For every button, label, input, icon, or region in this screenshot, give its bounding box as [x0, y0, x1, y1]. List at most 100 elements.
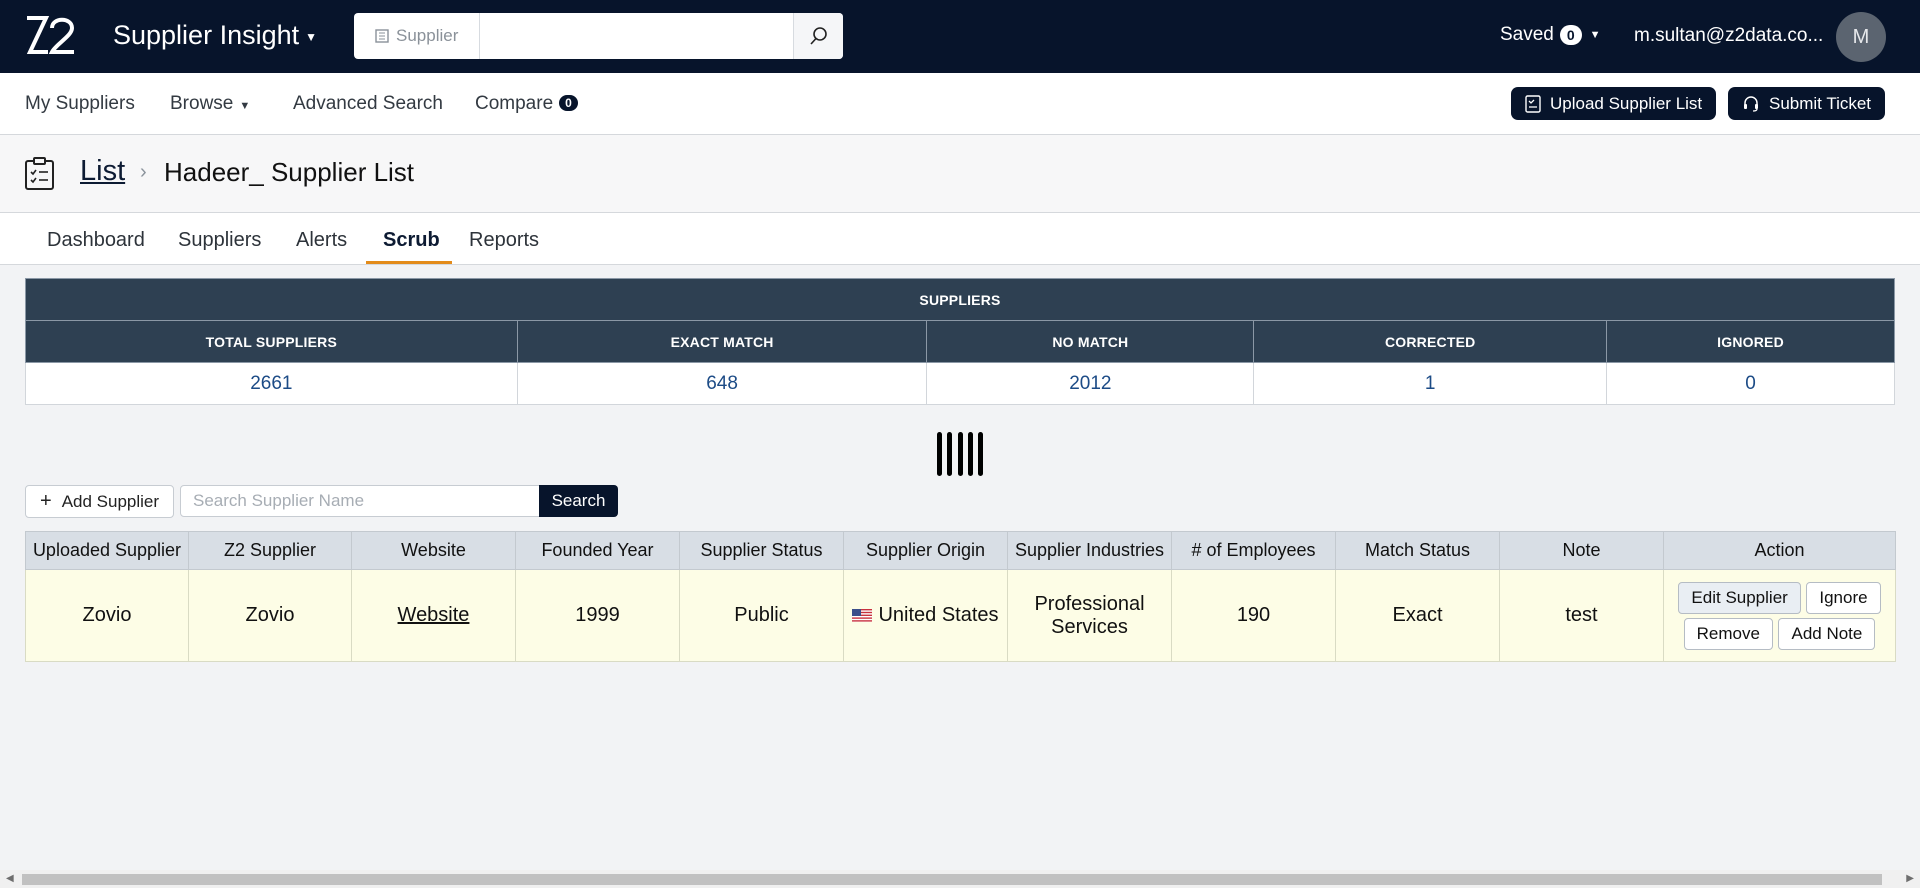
global-search-input[interactable] — [480, 13, 795, 59]
tab-dashboard[interactable]: Dashboard — [47, 229, 145, 252]
table-header-row: Uploaded Supplier Z2 Supplier Website Fo… — [25, 531, 1896, 570]
table-row: Zovio Zovio Website 1999 Public United S… — [25, 569, 1896, 662]
secondary-nav: My Suppliers Browse ▼ Advanced Search Com… — [0, 73, 1920, 135]
upload-list-icon — [1525, 94, 1541, 113]
nav-my-suppliers[interactable]: My Suppliers — [25, 93, 135, 115]
app-title: Supplier Insight — [113, 20, 300, 50]
cell-supplier-industries: Professional Services — [1007, 569, 1172, 662]
upload-supplier-list-button[interactable]: Upload Supplier List — [1511, 87, 1717, 120]
summary-header-ignored: IGNORED — [1606, 320, 1895, 363]
building-icon — [375, 29, 389, 43]
breadcrumb: List › Hadeer_ Supplier List — [0, 135, 1920, 213]
user-email[interactable]: m.sultan@z2data.co... — [1634, 25, 1823, 47]
breadcrumb-list-link[interactable]: List — [80, 155, 125, 188]
loading-spinner-icon — [937, 432, 983, 476]
summary-value-nomatch[interactable]: 2012 — [926, 362, 1255, 405]
column-header: Action — [1663, 531, 1896, 570]
plus-icon: + — [40, 490, 52, 512]
scrollbar-thumb[interactable] — [22, 874, 1882, 885]
edit-supplier-button[interactable]: Edit Supplier — [1678, 581, 1801, 614]
nav-advanced-search[interactable]: Advanced Search — [293, 93, 443, 115]
tab-suppliers[interactable]: Suppliers — [178, 229, 261, 252]
column-header[interactable]: Supplier Status — [679, 531, 844, 570]
chevron-down-icon: ▼ — [1589, 29, 1601, 41]
column-header[interactable]: # of Employees — [1171, 531, 1336, 570]
column-header[interactable]: Note — [1499, 531, 1664, 570]
loader-bar — [967, 432, 973, 476]
scroll-left-arrow-icon[interactable]: ◀ — [6, 873, 14, 884]
loader-bar — [947, 432, 953, 476]
global-search-button[interactable] — [793, 13, 843, 59]
cell-match-status: Exact — [1335, 569, 1500, 662]
saved-label: Saved — [1500, 24, 1554, 45]
loader-bar — [957, 432, 963, 476]
page-title: Hadeer_ Supplier List — [164, 157, 415, 187]
summary-value-exact[interactable]: 648 — [516, 362, 928, 405]
scroll-right-arrow-icon[interactable]: ▶ — [1906, 873, 1914, 884]
search-scope-select[interactable]: Supplier — [354, 13, 480, 59]
ignore-button[interactable]: Ignore — [1806, 581, 1881, 614]
cell-uploaded-supplier: Zovio — [25, 569, 189, 662]
horizontal-scrollbar[interactable]: ◀ ▶ — [0, 870, 1920, 888]
column-header[interactable]: Z2 Supplier — [188, 531, 352, 570]
supplier-search-button[interactable]: Search — [539, 485, 618, 517]
saved-menu[interactable]: Saved 0 ▼ — [1500, 24, 1601, 46]
headset-icon — [1744, 95, 1758, 112]
chevron-right-icon: › — [140, 161, 147, 183]
cell-supplier-status: Public — [679, 569, 844, 662]
column-header[interactable]: Founded Year — [515, 531, 680, 570]
upload-button-label: Upload Supplier List — [1550, 93, 1703, 113]
summary-value-total[interactable]: 2661 — [25, 362, 518, 405]
cell-founded-year: 1999 — [515, 569, 680, 662]
loader-bar — [978, 432, 983, 476]
active-tab-indicator — [366, 261, 452, 264]
us-flag-icon — [852, 609, 873, 622]
search-icon — [809, 27, 827, 45]
column-header[interactable]: Supplier Industries — [1007, 531, 1172, 570]
submit-ticket-label: Submit Ticket — [1769, 93, 1872, 113]
summary-value-ignored[interactable]: 0 — [1606, 362, 1895, 405]
global-search: Supplier — [354, 13, 843, 59]
cell-supplier-origin: United States — [843, 569, 1008, 662]
add-supplier-button[interactable]: + Add Supplier — [25, 485, 174, 518]
supplier-search-input[interactable] — [180, 485, 540, 517]
submit-ticket-button[interactable]: Submit Ticket — [1728, 87, 1886, 120]
chevron-down-icon: ▼ — [305, 29, 318, 44]
summary-header-total: TOTAL SUPPLIERS — [25, 320, 518, 363]
cell-z2-supplier: Zovio — [188, 569, 352, 662]
column-header[interactable]: Supplier Origin — [843, 531, 1008, 570]
tab-reports[interactable]: Reports — [469, 229, 539, 252]
column-header[interactable]: Website — [351, 531, 516, 570]
origin-label: United States — [878, 604, 999, 626]
top-bar: Supplier Insight ▼ Supplier Saved 0 ▼ m.s… — [0, 0, 1920, 73]
nav-compare-label: Compare — [475, 93, 554, 114]
loader-bar — [937, 432, 942, 476]
summary-header-nomatch: NO MATCH — [926, 320, 1255, 363]
avatar[interactable]: M — [1836, 12, 1886, 62]
saved-count-badge: 0 — [1559, 25, 1582, 45]
nav-browse[interactable]: Browse ▼ — [170, 93, 250, 115]
tab-scrub[interactable]: Scrub — [383, 229, 440, 252]
website-link[interactable]: Website — [398, 604, 470, 626]
column-header[interactable]: Match Status — [1335, 531, 1500, 570]
summary-header-corrected: CORRECTED — [1253, 320, 1608, 363]
supplier-summary-table: SUPPLIERS TOTAL SUPPLIERS EXACT MATCH NO… — [25, 278, 1895, 405]
compare-count-badge: 0 — [559, 95, 578, 111]
search-scope-label: Supplier — [396, 26, 459, 45]
summary-header-exact: EXACT MATCH — [516, 320, 928, 363]
z2-logo[interactable] — [24, 14, 76, 58]
chevron-down-icon: ▼ — [239, 100, 251, 112]
summary-value-corrected[interactable]: 1 — [1253, 362, 1608, 405]
checklist-icon — [25, 157, 54, 190]
column-header[interactable]: Uploaded Supplier — [25, 531, 189, 570]
app-switcher[interactable]: Supplier Insight ▼ — [113, 20, 317, 51]
cell-website: Website — [351, 569, 516, 662]
add-note-button[interactable]: Add Note — [1778, 617, 1876, 650]
cell-employees: 190 — [1171, 569, 1336, 662]
tab-alerts[interactable]: Alerts — [296, 229, 347, 252]
cell-note: test — [1499, 569, 1664, 662]
remove-button[interactable]: Remove — [1683, 617, 1773, 650]
scrub-table: Uploaded Supplier Z2 Supplier Website Fo… — [25, 531, 1896, 662]
nav-compare[interactable]: Compare 0 — [475, 93, 578, 115]
list-tabs: Dashboard Suppliers Alerts Scrub Reports — [0, 213, 1920, 265]
